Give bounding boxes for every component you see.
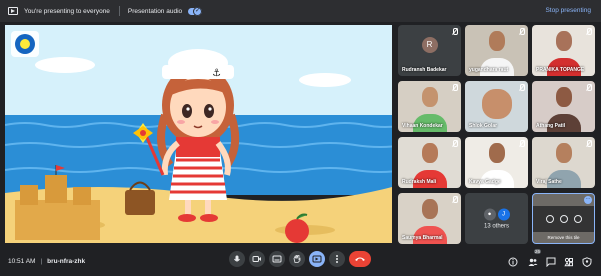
participant-name: PRANIKA TOPANGE: [536, 67, 585, 73]
participant-name: Shlok Golar: [469, 123, 498, 129]
participant-tile[interactable]: Vihaan Kondekar: [398, 81, 461, 132]
participant-video: [481, 89, 512, 119]
more-vert-icon: [336, 255, 338, 263]
unpin-icon[interactable]: [573, 215, 582, 223]
presentation-stage: ⚓: [5, 25, 392, 243]
presenting-banner: You're presenting to everyone Presentati…: [0, 0, 601, 22]
participant-tile[interactable]: Shlok Golar: [465, 81, 528, 132]
participant-name: Rudraksh Mali: [402, 179, 437, 185]
others-avatars: ● J: [483, 208, 510, 220]
captions-icon: [272, 255, 282, 263]
activities-icon: [564, 257, 573, 267]
chat-icon: [546, 257, 556, 268]
avatar: J: [497, 208, 510, 220]
mic-off-icon: [519, 140, 525, 147]
more-options-button[interactable]: [329, 251, 345, 267]
shield-icon: [582, 257, 592, 268]
participant-name: Athang Patil: [536, 123, 566, 129]
separator: |: [40, 257, 43, 265]
presenting-status-text: You're presenting to everyone: [24, 7, 110, 15]
minimize-icon[interactable]: [559, 215, 568, 223]
participant-name: yugandhara raut: [469, 67, 509, 73]
clock: 10:51 AM: [8, 257, 36, 265]
activities-button[interactable]: [564, 254, 574, 267]
svg-text:⚓: ⚓: [212, 68, 221, 79]
others-tile[interactable]: ● J 13 others: [465, 193, 528, 244]
hang-up-icon: [355, 257, 365, 261]
participant-video: [421, 87, 438, 107]
participant-video: [421, 143, 438, 163]
participant-video: [421, 199, 438, 219]
remove-tile-button[interactable]: Remove this tile: [547, 235, 579, 240]
self-view-tile[interactable]: ⋯ Remove this tile: [532, 193, 595, 244]
mic-off-icon: [519, 84, 525, 91]
present-screen-icon: [312, 255, 322, 263]
participant-video: [488, 31, 505, 51]
mic-off-icon: [586, 28, 592, 35]
people-count-badge: 26: [533, 249, 541, 254]
presentation-audio-toggle[interactable]: ✓: [188, 6, 203, 16]
others-count-label: 13 others: [483, 223, 510, 229]
others-group: ● J 13 others: [483, 208, 510, 229]
info-icon: [508, 257, 518, 267]
raise-hand-button[interactable]: [289, 251, 305, 267]
mic-off-icon: [452, 28, 458, 35]
hand-icon: [293, 255, 301, 263]
mic-off-icon: [452, 140, 458, 147]
participant-tile[interactable]: PRANIKA TOPANGE: [532, 25, 595, 76]
more-options-icon[interactable]: ⋯: [584, 196, 592, 204]
meeting-code: bru-nfra-zhk: [47, 257, 86, 265]
leave-call-button[interactable]: [349, 251, 371, 267]
participant-tile[interactable]: Saumya Bharmal: [398, 193, 461, 244]
avatar: R: [421, 37, 438, 53]
microphone-icon: [234, 255, 240, 262]
participant-tile[interactable]: Kavya Gadge: [465, 137, 528, 188]
present-button[interactable]: [309, 251, 325, 267]
participant-tile[interactable]: Viraj Sathe: [532, 137, 595, 188]
captions-button[interactable]: [269, 251, 285, 267]
chat-button[interactable]: [546, 254, 556, 268]
mic-off-icon: [586, 140, 592, 147]
participant-video: [488, 143, 505, 163]
host-controls-button[interactable]: [582, 254, 592, 268]
presentation-audio-label: Presentation audio: [127, 7, 183, 15]
avatar: ●: [483, 208, 496, 220]
pin-icon[interactable]: [545, 215, 554, 223]
presentation-illustration: ⚓: [5, 25, 392, 243]
participant-tile[interactable]: Rudraksh Mali: [398, 137, 461, 188]
participant-video: [555, 143, 572, 163]
mic-off-icon: [452, 84, 458, 91]
meeting-details-button[interactable]: [508, 254, 518, 267]
mic-off-icon: [586, 84, 592, 91]
people-icon: [528, 258, 538, 266]
stop-presenting-button[interactable]: Stop presenting: [545, 7, 591, 14]
participant-name: Kavya Gadge: [469, 179, 501, 185]
participant-video: [555, 31, 572, 51]
check-icon: ✓: [195, 7, 201, 14]
mic-off-icon: [519, 28, 525, 35]
camera-icon: [252, 256, 261, 262]
people-button[interactable]: 26: [528, 249, 541, 266]
tile-controls: [533, 206, 594, 232]
participant-name: Rudransh Badekar: [402, 67, 447, 73]
participant-name: Vihaan Kondekar: [402, 123, 443, 129]
mic-off-icon: [452, 196, 458, 203]
participant-name: Viraj Sathe: [536, 179, 562, 185]
camera-button[interactable]: [249, 251, 265, 267]
participant-name: Saumya Bharmal: [402, 235, 443, 241]
microphone-button[interactable]: [229, 251, 245, 267]
divider: [118, 6, 120, 16]
present-screen-icon: [8, 7, 18, 15]
participant-tile[interactable]: R Rudransh Badekar: [398, 25, 461, 76]
participant-video: [555, 87, 572, 107]
participant-tile[interactable]: yugandhara raut: [465, 25, 528, 76]
participant-tile[interactable]: Athang Patil: [532, 81, 595, 132]
